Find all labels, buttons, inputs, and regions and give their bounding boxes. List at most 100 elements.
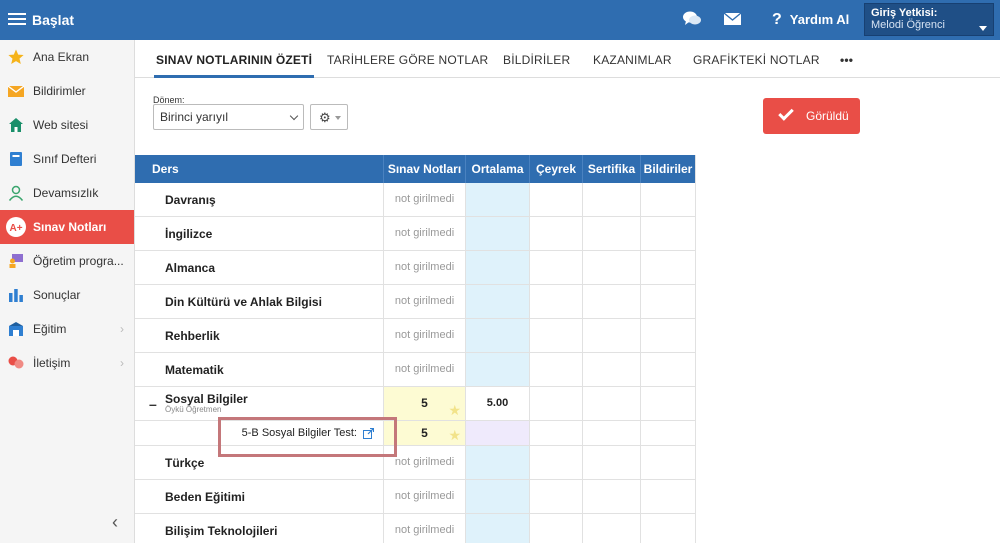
sidebar-item-label: Sonuçlar: [33, 288, 81, 302]
sidebar-item-contact[interactable]: İletişim ›: [0, 346, 134, 380]
period-selected: Birinci yarıyıl: [160, 110, 229, 124]
column-header-reports[interactable]: Bildiriler: [640, 155, 696, 183]
average-value: 5.00: [486, 397, 509, 409]
grade-status: not girilmedi: [394, 524, 455, 536]
sidebar-item-class-book[interactable]: Sınıf Defteri: [0, 142, 134, 176]
period-select[interactable]: Birinci yarıyıl: [153, 104, 304, 130]
tab-achievements[interactable]: KAZANIMLAR: [593, 53, 672, 67]
app-title[interactable]: Başlat: [32, 12, 74, 28]
star-icon: ★: [448, 427, 461, 443]
tab-chart-grades[interactable]: GRAFİKTEKİ NOTLAR: [693, 53, 820, 67]
top-bar: Başlat ? Yardım Al Giriş Yetkisi: Melodi …: [0, 0, 1000, 40]
sidebar-item-home[interactable]: Ana Ekran: [0, 40, 134, 74]
sidebar-item-notifications[interactable]: Bildirimler: [0, 74, 134, 108]
sidebar-item-label: Eğitim: [33, 322, 67, 336]
table-row[interactable]: Din Kültürü ve Ahlak Bilgisi not girilme…: [135, 285, 696, 319]
sidebar-item-attendance[interactable]: Devamsızlık: [0, 176, 134, 210]
auth-title: Giriş Yetkisi:: [871, 7, 938, 19]
sidebar: Ana Ekran Bildirimler Web sitesi Sınıf D…: [0, 40, 135, 543]
svg-text:A+: A+: [9, 223, 22, 234]
table-row[interactable]: Beden Eğitimi not girilmedi: [135, 480, 696, 514]
column-header-subject[interactable]: Ders: [135, 155, 383, 183]
subject-name: Matematik: [165, 363, 224, 377]
subject-name: Rehberlik: [165, 329, 220, 343]
chevron-right-icon: ›: [120, 322, 124, 336]
external-link-icon[interactable]: [363, 428, 374, 439]
gear-icon: ⚙: [319, 110, 331, 125]
tab-bar: SINAV NOTLARININ ÖZETİ TARİHLERE GÖRE NO…: [135, 40, 1000, 78]
chevron-down-icon: [289, 111, 299, 121]
collapse-icon[interactable]: –: [149, 396, 157, 412]
table-row[interactable]: İngilizce not girilmedi: [135, 217, 696, 251]
seen-button[interactable]: Görüldü: [763, 98, 860, 134]
sidebar-item-label: Bildirimler: [33, 84, 86, 98]
grade-status: not girilmedi: [394, 363, 455, 375]
chat-icon[interactable]: [682, 10, 702, 28]
auth-user: Melodi Öğrenci: [871, 19, 945, 31]
envelope-icon: [8, 85, 24, 97]
authorization-dropdown[interactable]: Giriş Yetkisi: Melodi Öğrenci: [864, 3, 994, 36]
chevron-right-icon: ›: [120, 356, 124, 370]
grade-status: not girilmedi: [394, 329, 455, 341]
tab-exam-summary[interactable]: SINAV NOTLARININ ÖZETİ: [153, 53, 315, 78]
subject-name: Bilişim Teknolojileri: [165, 524, 278, 538]
teacher-name: Öykü Öğretmen: [165, 405, 222, 414]
collapse-sidebar-icon[interactable]: ‹: [112, 512, 118, 533]
tab-more[interactable]: •••: [840, 53, 853, 67]
notebook-icon: [10, 152, 22, 166]
subject-name: Sosyal Bilgiler: [165, 392, 248, 406]
sidebar-item-results[interactable]: Sonuçlar: [0, 278, 134, 312]
graduation-icon: [9, 322, 23, 336]
star-icon: [8, 49, 24, 64]
sidebar-item-curriculum[interactable]: Öğretim progra...: [0, 244, 134, 278]
question-icon: ?: [772, 11, 782, 28]
table-row-expanded[interactable]: – Sosyal Bilgiler Öykü Öğretmen 5 ★ 5.00: [135, 387, 696, 421]
teacher-icon: [9, 254, 23, 268]
grade-status: not girilmedi: [394, 261, 455, 273]
caret-down-icon: [335, 116, 341, 120]
help-label: Yardım Al: [789, 12, 850, 27]
sidebar-item-label: Sınav Notları: [33, 220, 107, 234]
table-row[interactable]: Rehberlik not girilmedi: [135, 319, 696, 353]
table-header: Ders Sınav Notları Ortalama Çeyrek Serti…: [135, 155, 696, 183]
column-header-average[interactable]: Ortalama: [465, 155, 529, 183]
seen-label: Görüldü: [806, 109, 849, 123]
bar-chart-icon: [9, 289, 23, 302]
settings-button[interactable]: ⚙: [310, 104, 348, 130]
exam-icon: A+: [6, 217, 26, 237]
column-header-certificate[interactable]: Sertifika: [582, 155, 640, 183]
tab-grades-by-date[interactable]: TARİHLERE GÖRE NOTLAR: [327, 53, 488, 67]
table-row[interactable]: Matematik not girilmedi: [135, 353, 696, 387]
column-header-quarter[interactable]: Çeyrek: [529, 155, 582, 183]
table-row[interactable]: Davranış not girilmedi: [135, 183, 696, 217]
column-header-exam-grades[interactable]: Sınav Notları: [383, 155, 465, 183]
grades-table: Ders Sınav Notları Ortalama Çeyrek Serti…: [135, 155, 696, 543]
caret-down-icon: [979, 26, 987, 31]
grade-status: not girilmedi: [394, 227, 455, 239]
help-button[interactable]: ? Yardım Al: [772, 11, 849, 29]
check-icon: [778, 105, 794, 121]
subject-name: Almanca: [165, 261, 216, 275]
table-row[interactable]: Almanca not girilmedi: [135, 251, 696, 285]
subject-name: Beden Eğitimi: [165, 490, 246, 504]
sidebar-item-label: Sınıf Defteri: [33, 152, 97, 166]
sidebar-item-label: Öğretim progra...: [33, 254, 124, 268]
mail-icon[interactable]: [724, 13, 741, 25]
grade-status: not girilmedi: [394, 193, 455, 205]
grade-status: not girilmedi: [394, 295, 455, 307]
sidebar-item-website[interactable]: Web sitesi: [0, 108, 134, 142]
subject-name: Davranış: [165, 193, 216, 207]
chat-people-icon: [8, 356, 24, 369]
home-icon: [9, 118, 23, 132]
tab-reports[interactable]: BİLDİRİLER: [503, 53, 570, 67]
sidebar-item-label: Devamsızlık: [33, 186, 99, 200]
subject-name: Türkçe: [165, 456, 205, 470]
subject-name: İngilizce: [165, 227, 213, 241]
subject-name: Din Kültürü ve Ahlak Bilgisi: [165, 295, 322, 309]
sidebar-item-label: İletişim: [33, 356, 71, 370]
table-row[interactable]: Bilişim Teknolojileri not girilmedi: [135, 514, 696, 543]
person-icon: [8, 185, 24, 201]
sidebar-item-education[interactable]: Eğitim ›: [0, 312, 134, 346]
hamburger-menu-icon[interactable]: [8, 10, 26, 28]
sidebar-item-exam-grades[interactable]: A+ Sınav Notları: [0, 210, 134, 244]
